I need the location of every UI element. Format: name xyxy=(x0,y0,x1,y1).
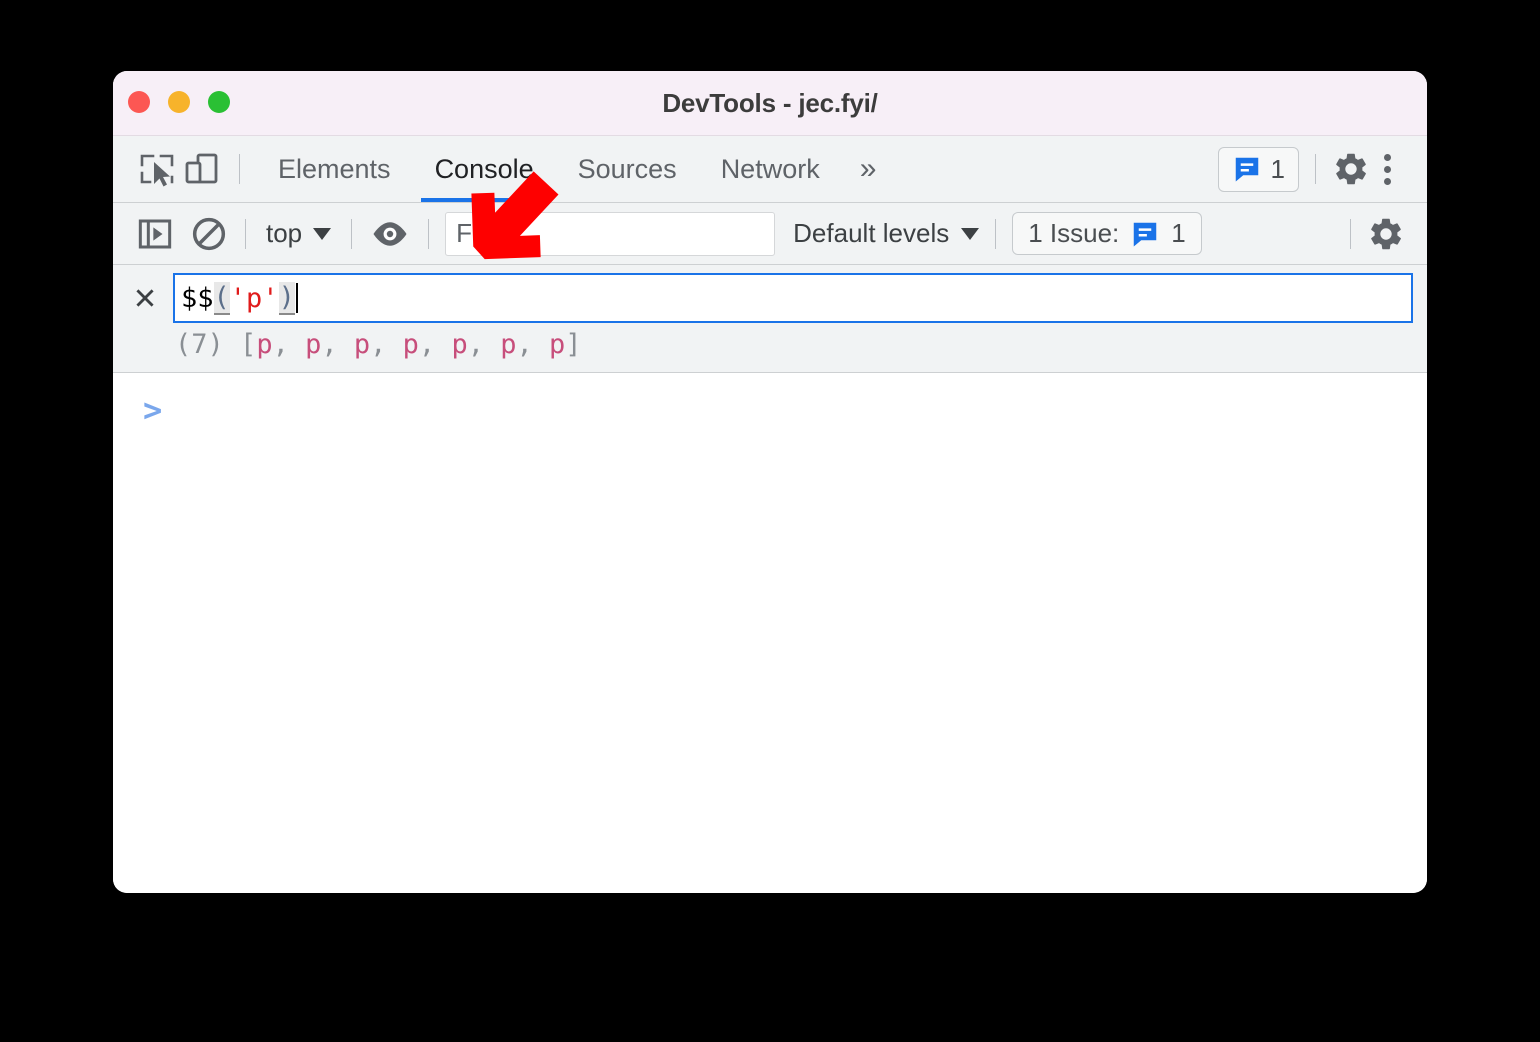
live-expression-group: $$('p') (7) [p, p, p, p, p, p, p] xyxy=(113,265,1427,373)
issues-counter-button[interactable]: 1 xyxy=(1217,146,1299,192)
console-toolbar-actions xyxy=(1334,215,1427,253)
window-title: DevTools - jec.fyi/ xyxy=(662,87,878,118)
result-separator: , xyxy=(516,329,549,360)
window-titlebar: DevTools - jec.fyi/ xyxy=(113,71,1427,136)
chevron-down-icon xyxy=(961,227,980,240)
tabbar-actions-divider xyxy=(1315,154,1316,184)
console-issues-count: 1 xyxy=(1171,218,1186,248)
result-separator: , xyxy=(467,329,501,360)
live-expression-result: (7) [p, p, p, p, p, p, p] xyxy=(113,327,1427,360)
issue-bubble-icon xyxy=(1235,157,1258,182)
result-item: p xyxy=(353,329,371,360)
console-settings-button[interactable] xyxy=(1367,215,1405,253)
result-item: p xyxy=(451,329,468,360)
eye-icon xyxy=(373,221,407,246)
console-toolbar-divider-4 xyxy=(995,218,997,249)
console-prompt-row[interactable]: > xyxy=(113,373,1427,433)
expression-token-close-paren: ) xyxy=(278,281,295,315)
clear-console-button[interactable] xyxy=(189,214,229,254)
console-issues-button[interactable]: 1 Issue: 1 xyxy=(1012,212,1202,255)
log-levels-selector[interactable]: Default levels xyxy=(793,218,980,249)
result-item: p xyxy=(549,329,566,360)
console-issues-label: 1 Issue: xyxy=(1028,218,1120,248)
console-body: $$('p') (7) [p, p, p, p, p, p, p] > xyxy=(113,265,1427,893)
tab-elements[interactable]: Elements xyxy=(256,136,413,202)
clear-console-icon xyxy=(192,217,226,250)
close-window-button[interactable] xyxy=(128,91,150,113)
result-close-bracket: ] xyxy=(565,329,582,360)
device-toolbar-button[interactable] xyxy=(179,147,223,191)
expression-token-open-paren: ( xyxy=(213,281,230,315)
gear-icon xyxy=(1371,218,1401,249)
tab-console[interactable]: Console xyxy=(413,136,556,202)
devtools-tabbar: Elements Console Sources Network » 1 xyxy=(113,136,1427,203)
live-expression-row: $$('p') xyxy=(113,265,1427,327)
console-prompt-arrow-icon: > xyxy=(143,391,163,429)
close-icon xyxy=(136,289,154,307)
inspect-element-button[interactable] xyxy=(135,147,179,191)
devtools-window: DevTools - jec.fyi/ Elements Console Sou… xyxy=(113,71,1427,893)
expression-token-string: 'p' xyxy=(229,282,279,314)
console-sidebar-toggle-button[interactable] xyxy=(135,214,175,254)
device-toolbar-icon xyxy=(185,153,218,184)
result-item: p xyxy=(305,329,322,360)
panel-tabs: Elements Console Sources Network » xyxy=(256,136,894,202)
traffic-light-group xyxy=(128,91,230,113)
more-tabs-button[interactable]: » xyxy=(842,154,895,184)
text-cursor xyxy=(295,283,298,313)
live-expression-editor[interactable]: $$('p') xyxy=(173,273,1413,323)
console-sidebar-icon xyxy=(138,218,172,249)
result-count: (7) xyxy=(175,329,224,360)
issues-count: 1 xyxy=(1270,153,1285,184)
tab-network[interactable]: Network xyxy=(699,136,842,202)
execution-context-selector[interactable]: top xyxy=(262,218,335,249)
console-toolbar-divider-3 xyxy=(428,218,430,249)
result-separator: , xyxy=(321,329,354,360)
result-item: p xyxy=(256,329,273,360)
create-live-expression-button[interactable] xyxy=(368,212,412,256)
console-toolbar-divider-5 xyxy=(1350,218,1351,249)
more-options-icon xyxy=(1384,177,1391,185)
tab-sources[interactable]: Sources xyxy=(556,136,699,202)
devtools-more-options-button[interactable] xyxy=(1370,148,1405,191)
tabbar-actions: 1 xyxy=(1217,146,1427,192)
log-levels-label: Default levels xyxy=(793,218,950,248)
console-toolbar-divider-1 xyxy=(245,218,246,249)
result-separator: , xyxy=(272,329,306,360)
result-item: p xyxy=(500,329,517,360)
tabbar-divider xyxy=(239,154,240,184)
console-toolbar-divider-2 xyxy=(351,218,353,249)
result-open-bracket: [ xyxy=(240,329,257,360)
more-options-icon xyxy=(1384,153,1391,161)
result-separator: , xyxy=(370,329,403,360)
zoom-window-button[interactable] xyxy=(208,91,230,113)
console-toolbar: top Default levels 1 Issue: xyxy=(113,203,1427,265)
gear-icon xyxy=(1336,153,1366,185)
more-options-icon xyxy=(1384,165,1391,173)
minimize-window-button[interactable] xyxy=(168,91,190,113)
result-item: p xyxy=(402,329,419,360)
inspect-element-icon xyxy=(140,154,174,187)
chevron-down-icon xyxy=(313,227,332,240)
remove-live-expression-button[interactable] xyxy=(127,280,163,316)
issue-bubble-icon xyxy=(1134,222,1157,246)
screenshot-root: DevTools - jec.fyi/ Elements Console Sou… xyxy=(0,0,1540,1042)
result-separator: , xyxy=(418,329,452,360)
expression-token-identifier: $$ xyxy=(181,282,214,314)
devtools-settings-button[interactable] xyxy=(1332,150,1370,188)
console-filter-input[interactable] xyxy=(445,211,776,256)
execution-context-label: top xyxy=(266,218,303,248)
